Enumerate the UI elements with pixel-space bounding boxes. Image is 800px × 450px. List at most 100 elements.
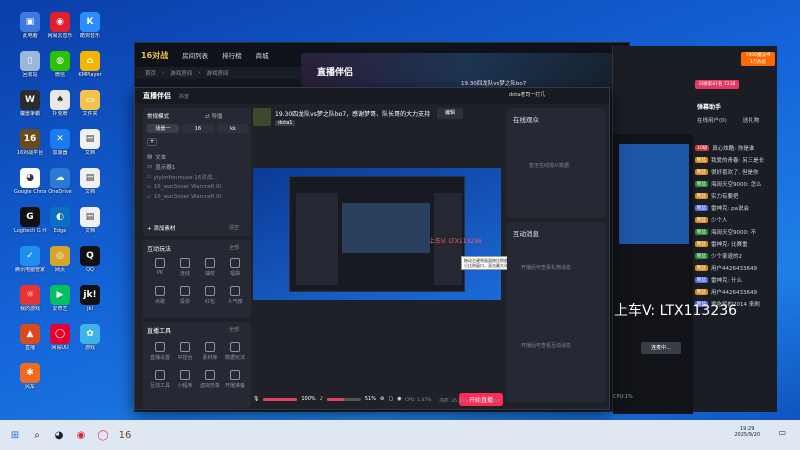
- desktop-icon[interactable]: ▤ 文档: [74, 168, 106, 195]
- tool-label: 直播设置: [149, 355, 170, 361]
- desktop-icon[interactable]: ✱ 风车: [14, 363, 46, 390]
- tool-item[interactable]: 虚拟形象: [199, 370, 221, 389]
- scene-tab-1[interactable]: 场景一: [147, 124, 179, 133]
- desktop-icon[interactable]: ▲ 直播: [14, 324, 46, 351]
- desktop-icon[interactable]: ▯ 回收站: [14, 51, 46, 78]
- desktop-icon[interactable]: ▤ 文档: [74, 207, 106, 234]
- interact-panel: 互动玩法 全部 PK 连线 抽奖 福袋 点歌 投票 红包 人气榜: [143, 240, 251, 318]
- desktop-icon[interactable]: jk! jkl: [74, 285, 106, 312]
- scene-tab-3[interactable]: kk: [217, 124, 249, 133]
- tab-online-users[interactable]: 在线用户(0): [697, 116, 727, 124]
- link-mic-button[interactable]: 连麦中...: [641, 342, 681, 354]
- fan-badge: 10级: [695, 145, 710, 151]
- tool-item[interactable]: 福袋: [224, 258, 246, 277]
- chat-message: 粉丝 我爱的青春: 另三是长: [695, 154, 777, 166]
- chrome-icon[interactable]: ◕: [48, 424, 70, 446]
- desktop-icon[interactable]: ▤ 文档: [74, 129, 106, 156]
- desktop-icon[interactable]: ◕Google Chrome: [14, 168, 46, 195]
- tab-gifts[interactable]: 送礼物: [743, 116, 760, 124]
- source-item[interactable]: ▭ 显示器1: [143, 162, 251, 172]
- desktop-icon-label: 魔兽争霸: [19, 111, 40, 117]
- tool-item[interactable]: 连线: [174, 258, 196, 277]
- desktop-icon[interactable]: ☼ 我的游戏: [14, 285, 46, 312]
- app-icon: jk!: [80, 285, 100, 305]
- add-source-button[interactable]: + 添加素材: [147, 224, 175, 232]
- record-icon[interactable]: ◉: [397, 396, 401, 402]
- desktop-icon[interactable]: ✓ 腾讯电脑管家: [14, 246, 46, 273]
- tool-icon: [230, 286, 240, 296]
- desktop-icon[interactable]: ◎ 网页: [44, 246, 76, 273]
- tab-room-list[interactable]: 房间列表: [182, 50, 208, 60]
- add-scene-icon[interactable]: +: [147, 138, 157, 146]
- source-item[interactable]: ▤ 文本: [143, 152, 251, 162]
- netease-icon[interactable]: ◉: [70, 424, 92, 446]
- desktop-icon[interactable]: 16 16对战平台: [14, 129, 46, 156]
- clear-button[interactable]: 清空: [229, 224, 239, 231]
- scene-tab-2[interactable]: 16: [182, 124, 214, 133]
- notification-icon[interactable]: ▭: [778, 428, 786, 437]
- tab-ranking[interactable]: 排行榜: [222, 50, 242, 60]
- status-cpu: CPU: 1.47%: [405, 398, 432, 403]
- clock[interactable]: 19:29 2025/9/20: [734, 426, 760, 438]
- preview-canvas[interactable]: 上车V: LTX113236 拖动左键将画面按比例放大/缩小比例窗口，双击最大化: [253, 168, 523, 300]
- windows-start-icon[interactable]: ⊞: [4, 424, 26, 446]
- desktop-icon[interactable]: W 魔兽争霸: [14, 90, 46, 117]
- source-item[interactable]: ▫ 16_war3over Warcraft III: [143, 182, 251, 192]
- import-button[interactable]: ⇄ 导播: [205, 112, 222, 120]
- source-item[interactable]: ▫ 16_war3over Warcraft III: [143, 192, 251, 202]
- window-icon: ▫: [147, 184, 151, 190]
- desktop-icon[interactable]: K 酷狗音乐: [74, 12, 106, 39]
- tools-all-link[interactable]: 全部: [229, 326, 239, 333]
- crumb-home[interactable]: 首页: [145, 69, 156, 77]
- tool-item[interactable]: 中控台: [174, 342, 196, 361]
- tool-item[interactable]: 素材库: [199, 342, 221, 361]
- desktop-icon[interactable]: ✕ 加速器: [44, 129, 76, 156]
- user-name[interactable]: dota老司一打几: [509, 91, 545, 98]
- tool-item[interactable]: 点歌: [149, 286, 171, 305]
- mic-icon[interactable]: 🎙︎: [253, 396, 259, 402]
- tool-item[interactable]: 开播准备: [224, 370, 246, 389]
- desktop-icon[interactable]: ▶ 爱奇艺: [44, 285, 76, 312]
- camera-icon[interactable]: ▢: [388, 396, 393, 402]
- desktop-icon[interactable]: ⌂ KMPlayer: [74, 51, 106, 78]
- desktop-icon[interactable]: ◍ 微信: [44, 51, 76, 78]
- tool-icon: [205, 286, 215, 296]
- desktop-icon[interactable]: ☁ OneDrive: [44, 168, 76, 195]
- stream-title: 19.30四龙队vs梦之队bo7，感谢梦哥、队长哥的大力支持: [275, 111, 431, 118]
- tool-item[interactable]: 直播设置: [149, 342, 171, 361]
- tab-mall[interactable]: 商城: [256, 50, 269, 60]
- stream-cover[interactable]: [253, 108, 271, 126]
- tool-item[interactable]: 数据玩法: [224, 342, 246, 361]
- search-icon[interactable]: ⌕: [26, 424, 48, 446]
- settings-icon[interactable]: ⚙: [380, 396, 384, 402]
- tool-item[interactable]: 小程序: [174, 370, 196, 389]
- desktop-icon[interactable]: ◐ Edge: [44, 207, 76, 234]
- desktop-icon[interactable]: ▭ 文件夹: [74, 90, 106, 117]
- desktop-icon[interactable]: ◉ 网易云音乐: [44, 12, 76, 39]
- desktop-icon[interactable]: ▣ 此电脑: [14, 12, 46, 39]
- crumb-rooms[interactable]: 游戏房间: [170, 69, 192, 77]
- edit-button[interactable]: 编辑: [437, 108, 463, 119]
- platform-16-icon[interactable]: 16: [114, 424, 136, 446]
- desktop-icon[interactable]: ♠ 扑克牌: [44, 90, 76, 117]
- tool-item[interactable]: 红包: [199, 286, 221, 305]
- interact-all-link[interactable]: 全部: [229, 244, 239, 251]
- tool-item[interactable]: 人气榜: [224, 286, 246, 305]
- fan-badge: 粉丝: [695, 289, 708, 295]
- live-companion-icon[interactable]: ◯: [92, 424, 114, 446]
- speaker-slider[interactable]: [326, 397, 361, 401]
- tool-item[interactable]: 抽奖: [199, 258, 221, 277]
- tool-item[interactable]: PK: [149, 258, 171, 276]
- tool-item[interactable]: 投票: [174, 286, 196, 305]
- speaker-icon[interactable]: ♪: [320, 396, 323, 402]
- desktop-icon[interactable]: Q QQ: [74, 246, 106, 273]
- source-label: 16_war3over Warcraft III: [153, 184, 221, 190]
- tool-item[interactable]: 互动工具: [149, 370, 171, 389]
- mic-slider[interactable]: [263, 397, 298, 401]
- source-item[interactable]: ▫ ylylmfonmuse 16对战...: [143, 172, 251, 182]
- app-icon: ✓: [20, 246, 40, 266]
- mode-select[interactable]: 常规模式: [147, 112, 169, 120]
- desktop-icon[interactable]: ✿ 游戏: [74, 324, 106, 351]
- desktop-icon[interactable]: ◯ 网易UU: [44, 324, 76, 351]
- desktop-icon[interactable]: GLogitech G HUB: [14, 207, 46, 234]
